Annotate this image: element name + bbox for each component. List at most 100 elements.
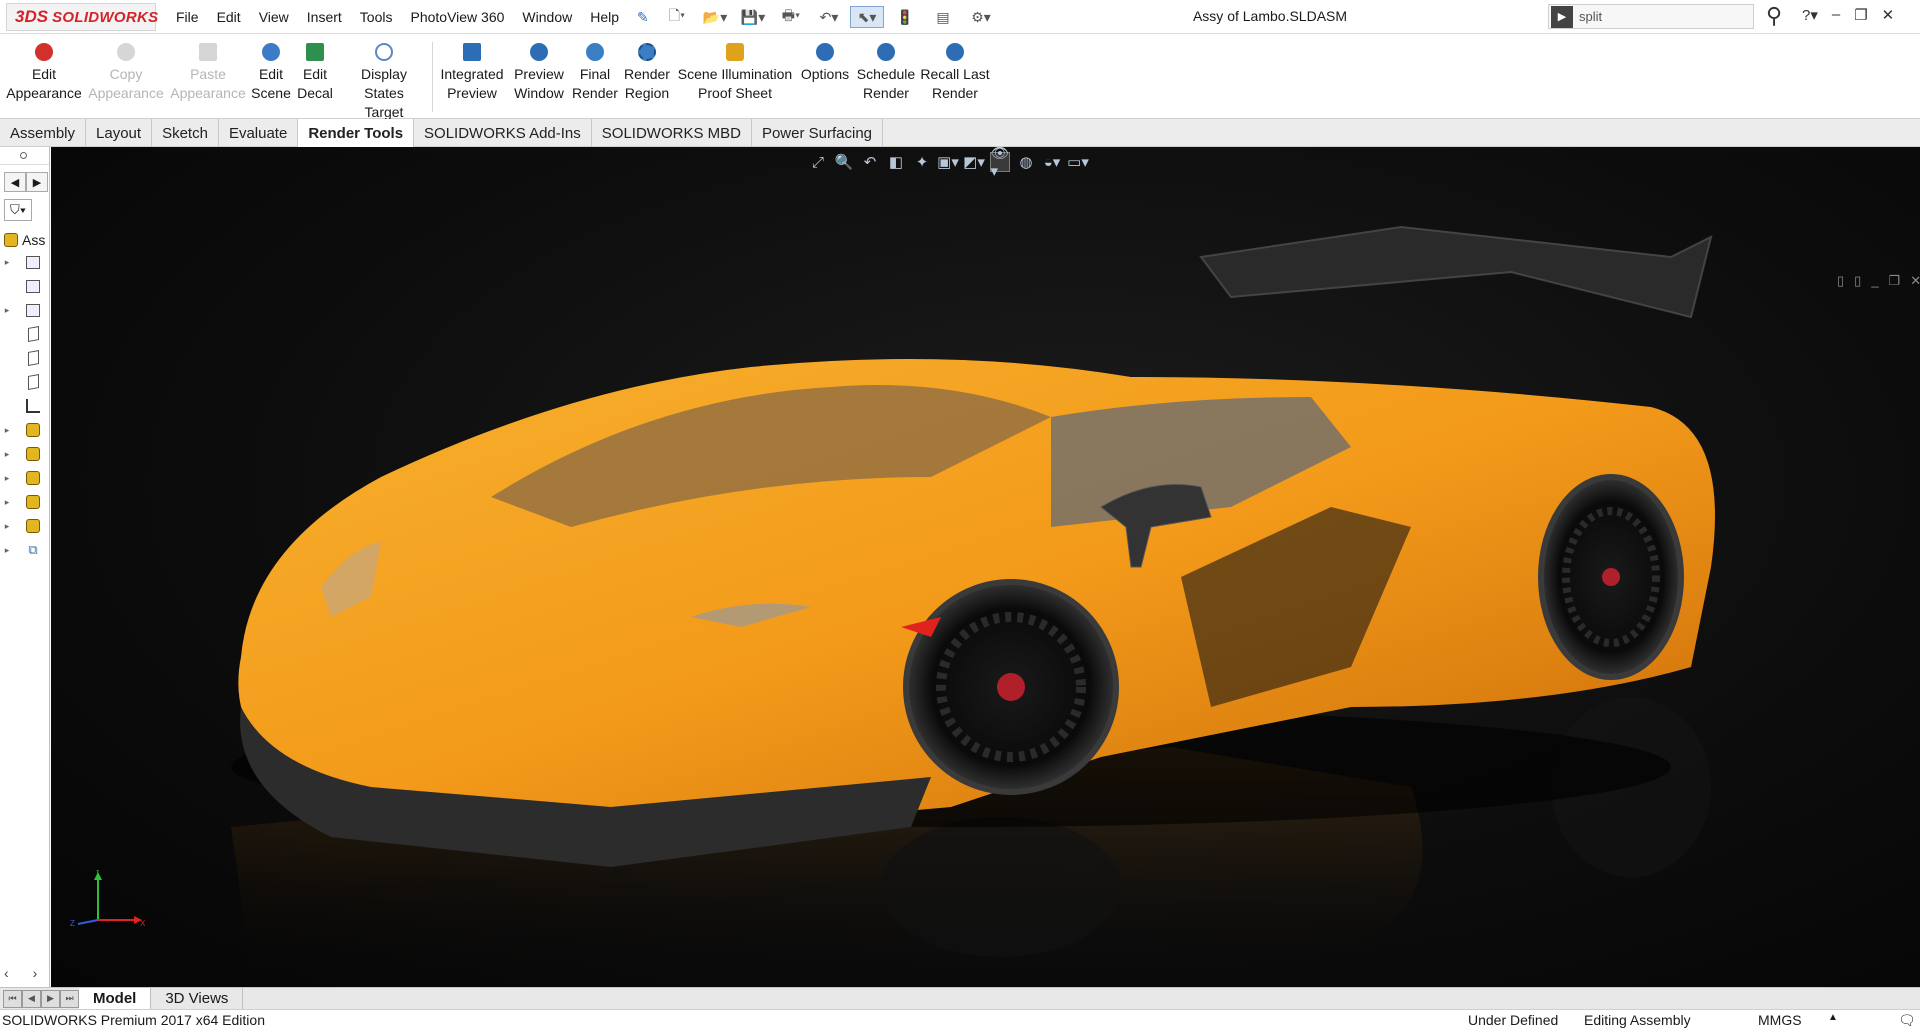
copy-appearance-button[interactable]: Copy Appearance [88,40,164,103]
help-icon[interactable]: ?▾ [1802,6,1818,24]
menu-window[interactable]: Window [522,9,572,25]
restore-icon[interactable]: ❐ [1854,6,1867,24]
tree-item-sensors[interactable] [2,275,48,297]
search-icon[interactable]: ⚲ [1756,3,1792,29]
tab-solidworks-mbd[interactable]: SOLIDWORKS MBD [592,119,752,147]
edit-scene-button[interactable]: Edit Scene [251,40,291,103]
ribbon-label-2: Appearance [6,85,82,101]
tree-item-origin[interactable] [2,395,48,417]
menu-insert[interactable]: Insert [307,9,342,25]
tree-scroll-arrows: ◀ ▶ [4,172,48,192]
preview-window-button[interactable]: Preview Window [510,40,568,103]
search-commands-icon[interactable]: ▶ [1551,5,1573,28]
minimize-icon[interactable]: – [1832,6,1840,24]
scene-illumination-proof-sheet-button[interactable]: Scene Illumination Proof Sheet [676,40,794,103]
edit-appearance-button[interactable]: Edit Appearance [6,40,82,103]
units-selector[interactable]: MMGS [1758,1012,1802,1028]
tab-power-surfacing[interactable]: Power Surfacing [752,119,884,147]
tab-assembly[interactable]: Assembly [0,119,87,147]
close-icon[interactable]: ✕ [1882,6,1895,24]
viewport-minimize-icon[interactable]: _ [1871,273,1878,289]
select-icon[interactable]: ⬉▾ [850,6,884,28]
proof-sheet-icon [722,40,748,64]
tab-evaluate[interactable]: Evaluate [219,119,299,147]
menu-help[interactable]: Help [590,9,619,25]
ribbon-label-1: Copy [109,66,143,82]
recall-last-render-button[interactable]: Recall Last Render [920,40,990,103]
units-up-arrow-icon[interactable]: ▲ [1828,1012,1838,1023]
tab-sketch[interactable]: Sketch [152,119,219,147]
dynamic-annotation-icon[interactable]: ✦ [912,152,932,172]
save-icon[interactable]: 💾▾ [736,6,770,28]
display-states-target-button[interactable]: Display States Target [340,40,428,122]
menu-view[interactable]: View [259,9,289,25]
options-button[interactable]: Options [798,40,852,84]
viewport-restore-icon[interactable]: ❐ [1889,273,1901,289]
apply-scene-icon[interactable]: ◒▾ [1042,152,1062,172]
view-settings-icon[interactable]: ▭▾ [1067,152,1089,172]
scroll-left-icon[interactable]: ‹ [4,965,9,981]
rebuild-icon[interactable]: 🚦 [888,6,922,28]
schedule-render-button[interactable]: Schedule Render [856,40,916,103]
tree-item-component[interactable]: ▸ [2,467,48,489]
next-tab-icon[interactable]: ▶ [41,989,60,1008]
tree-item-component[interactable]: ▸ [2,443,48,465]
tab-layout[interactable]: Layout [86,119,153,147]
filter-icon[interactable]: ⛉▾ [4,199,32,221]
render-region-button[interactable]: Render Region [622,40,672,103]
menu-file[interactable]: File [176,9,199,25]
new-document-icon[interactable]: 🗋▾ [660,6,694,28]
pin-icon[interactable]: ✎ [637,9,649,26]
edit-decal-button[interactable]: Edit Decal [296,40,334,103]
print-icon[interactable]: 🖶▾ [774,6,808,28]
menu-photoview[interactable]: PhotoView 360 [410,9,504,25]
menu-tools[interactable]: Tools [360,9,393,25]
tree-root-assembly[interactable]: Ass [2,229,48,251]
tab-3d-views[interactable]: 3D Views [151,987,244,1010]
open-icon[interactable]: 📂▾ [698,6,732,28]
tree-item-right-plane[interactable] [2,371,48,393]
zoom-to-fit-icon[interactable]: ⤢ [808,152,828,172]
graphics-area[interactable]: ▯ ▯ _ ❐ ✕ ⌂ ▦ 🗁 ▣ ● ☰ 💬 [51,147,1920,987]
tab-solidworks-add-ins[interactable]: SOLIDWORKS Add-Ins [414,119,592,147]
hide-show-items-icon[interactable]: 👁▾ [990,145,1010,180]
split-left-icon[interactable]: ▯ [1837,273,1844,289]
file-properties-icon[interactable]: ▤ [926,6,960,28]
integrated-preview-button[interactable]: Integrated Preview [438,40,506,103]
tree-item-annotations[interactable]: ▸ [2,299,48,321]
solidworks-logo[interactable]: 3DS SOLIDWORKS [6,3,158,31]
viewport-close-icon[interactable]: ✕ [1910,273,1920,289]
edit-appearance-icon[interactable]: ◍ [1016,152,1036,172]
menu-edit[interactable]: Edit [217,9,241,25]
tree-item-component[interactable]: ▸ [2,515,48,537]
tree-item-history[interactable]: ▸ [2,251,48,273]
split-right-icon[interactable]: ▯ [1854,273,1861,289]
tree-item-top-plane[interactable] [2,347,48,369]
first-tab-icon[interactable]: ⏮ [3,989,22,1008]
panel-toggle-icon[interactable] [20,152,27,159]
previous-tab-icon[interactable]: ◀ [22,989,41,1008]
section-view-icon[interactable]: ◧ [886,152,906,172]
scroll-right-icon[interactable]: ▶ [26,172,48,192]
tree-item-front-plane[interactable] [2,323,48,345]
display-style-icon[interactable]: ◩▾ [963,152,985,172]
view-orientation-icon[interactable]: ▣▾ [937,152,959,172]
zoom-to-area-icon[interactable]: 🔍 [834,152,854,172]
undo-icon[interactable]: ↶▾ [812,6,846,28]
search-box[interactable]: ▶ [1548,4,1754,29]
tab-render-tools[interactable]: Render Tools [298,119,415,147]
tab-model[interactable]: Model [79,987,152,1010]
tree-item-component[interactable]: ▸ [2,491,48,513]
tree-item-component[interactable]: ▸ [2,419,48,441]
final-render-button[interactable]: Final Render [572,40,618,103]
previous-view-icon[interactable]: ↶ [860,152,880,172]
last-tab-icon[interactable]: ⏭ [60,989,79,1008]
paste-appearance-button[interactable]: Paste Appearance [170,40,246,103]
comments-icon[interactable]: 🗨 [1898,1012,1916,1029]
scroll-right-icon[interactable]: › [33,965,38,981]
tree-item-mates[interactable]: ▸ ⧉ [2,539,48,561]
search-input[interactable] [1579,9,1739,24]
edit-decal-icon [302,40,328,64]
options-gear-icon[interactable]: ⚙▾ [964,6,998,28]
scroll-left-icon[interactable]: ◀ [4,172,26,192]
